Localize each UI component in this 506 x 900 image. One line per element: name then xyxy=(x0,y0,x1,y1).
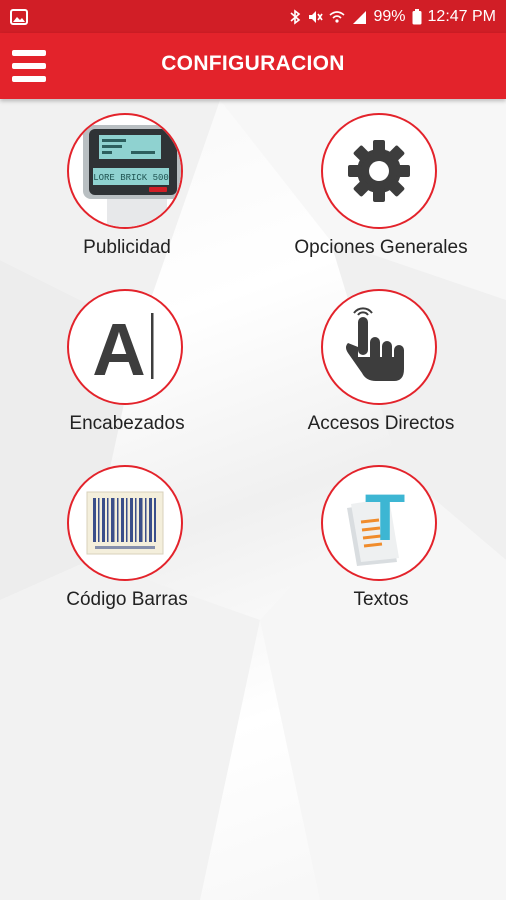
bluetooth-icon xyxy=(290,8,301,25)
option-label: Textos xyxy=(353,589,409,610)
option-icon-circle: T xyxy=(321,465,437,581)
letter-a-cursor-icon: A xyxy=(92,308,154,387)
letter-t-glyph: T xyxy=(365,480,405,554)
option-icon-circle xyxy=(67,465,183,581)
option-label: Código Barras xyxy=(66,589,188,610)
option-accesos-directos[interactable]: Accesos Directos xyxy=(261,275,501,445)
gear-icon xyxy=(348,140,410,202)
option-label: Encabezados xyxy=(69,413,185,434)
barcode-icon xyxy=(86,491,164,555)
wifi-icon xyxy=(329,10,346,23)
option-icon-circle xyxy=(321,289,437,405)
text-document-icon: T xyxy=(347,480,405,566)
clock: 12:47 PM xyxy=(427,7,496,25)
option-label: Publicidad xyxy=(83,237,171,258)
status-bar: 99% 12:47 PM xyxy=(0,0,506,33)
tap-hand-icon xyxy=(346,307,404,381)
letter-a-glyph: A xyxy=(92,308,145,387)
status-left xyxy=(10,8,28,25)
signal-icon xyxy=(353,10,367,24)
toolbar: CONFIGURACION xyxy=(0,33,506,99)
scale-display-text: LORE BRICK 500 xyxy=(93,173,169,183)
option-encabezados[interactable]: A Encabezados xyxy=(7,275,247,445)
scale-display-icon: LORE BRICK 500 xyxy=(83,125,181,227)
option-opciones-generales[interactable]: Opciones Generales xyxy=(261,99,501,269)
battery-icon xyxy=(412,8,422,24)
option-icon-circle xyxy=(321,113,437,229)
option-textos[interactable]: T Textos xyxy=(261,451,501,621)
page-title: CONFIGURACION xyxy=(161,52,345,75)
option-label: Accesos Directos xyxy=(307,413,455,434)
hamburger-icon-bar xyxy=(12,76,46,82)
option-label: Opciones Generales xyxy=(294,237,468,258)
mute-icon xyxy=(309,10,324,23)
option-icon-circle: LORE BRICK 500 xyxy=(67,113,183,229)
gallery-notification-icon xyxy=(10,8,28,25)
option-codigo-barras[interactable]: Código Barras xyxy=(7,451,247,621)
battery-percent: 99% xyxy=(373,7,406,25)
status-right: 99% 12:47 PM xyxy=(289,8,496,26)
option-publicidad[interactable]: LORE BRICK 500 Publicidad xyxy=(7,99,247,269)
option-icon-circle: A xyxy=(67,289,183,405)
